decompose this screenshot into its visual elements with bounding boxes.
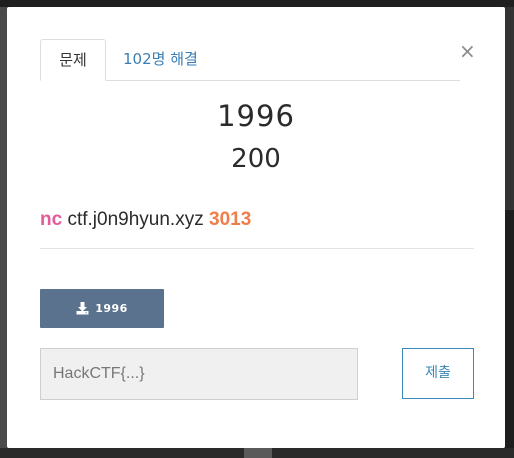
file-download-label: 1996	[95, 302, 128, 315]
challenge-value: 200	[231, 144, 281, 174]
backdrop-bottom-gap	[244, 448, 272, 458]
submit-button[interactable]: 제출	[402, 348, 474, 399]
tab-challenge[interactable]: 문제	[40, 39, 106, 81]
backdrop-left	[0, 7, 7, 458]
description-divider	[40, 248, 474, 249]
modal-tabs: 문제 102명 해결	[40, 39, 460, 81]
flag-input[interactable]	[40, 348, 358, 400]
close-icon[interactable]: ×	[459, 41, 476, 61]
challenge-name: 1996	[217, 99, 295, 133]
description-command: nc	[40, 209, 63, 230]
download-icon	[76, 302, 89, 315]
description-port: 3013	[209, 209, 252, 230]
backdrop-right-band	[505, 210, 514, 458]
challenge-modal: × 문제 102명 해결 1996 200 nc ctf.j0n9hyun.xy…	[7, 7, 505, 448]
description-host: ctf.j0n9hyun.xyz	[67, 209, 204, 230]
tab-solves[interactable]: 102명 해결	[123, 39, 198, 80]
file-download-button[interactable]: 1996	[40, 289, 164, 328]
backdrop-top	[0, 0, 514, 7]
challenge-description: nc ctf.j0n9hyun.xyz 3013	[40, 208, 251, 232]
